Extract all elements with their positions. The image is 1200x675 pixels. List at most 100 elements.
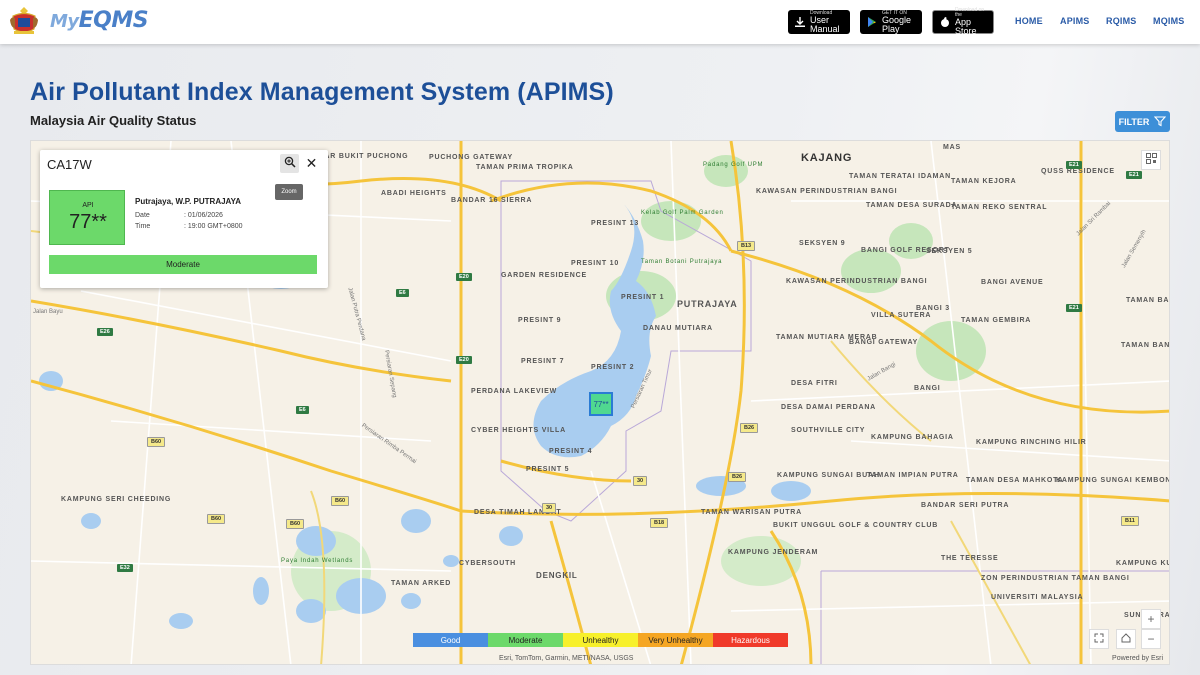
road-shield: B13 [737, 241, 756, 251]
time-value: : 19:00 GMT+0800 [184, 223, 243, 230]
map-label: ZON PERINDUSTRIAN TAMAN BANGI [981, 575, 1130, 582]
map-label: PERDANA LAKEVIEW [471, 388, 558, 395]
road-shield: B26 [728, 472, 747, 482]
road-shield: B18 [650, 518, 669, 528]
app-store-button[interactable]: Download on the App Store [932, 8, 994, 36]
map-label: SEKSYEN 5 [926, 248, 973, 255]
map-label: TAMAN BANGI PERDANA [1126, 297, 1170, 304]
map-label: KAMPUNG SERI CHEEDING [61, 496, 172, 503]
close-button[interactable]: ✕ [302, 154, 321, 173]
date-label: Date [135, 212, 150, 219]
map-label: TAMAN GEMBIRA [961, 317, 1032, 324]
map-label: PRESINT 5 [526, 466, 570, 473]
legend-good: Good [413, 633, 488, 647]
user-manual-label: User Manual [810, 14, 840, 34]
map-label: Paya Indah Wetlands [281, 558, 354, 564]
page-subtitle: Malaysia Air Quality Status [30, 113, 197, 128]
map-label: BANDAR SERI PUTRA [921, 502, 1010, 509]
road-shield: E21 [1066, 161, 1082, 169]
zoom-tooltip: Zoom [275, 184, 303, 200]
road-shield: E21 [1066, 304, 1082, 312]
apple-icon [939, 15, 951, 29]
station-location: Putrajaya, W.P. PUTRAJAYA [135, 197, 241, 206]
map-label: DANAU MUTIARA [643, 325, 713, 332]
map-label: ABADI HEIGHTS [381, 190, 447, 197]
map-label: GARDEN RESIDENCE [501, 272, 587, 279]
road-shield: E32 [117, 564, 133, 572]
google-play-label: Google Play [882, 14, 912, 34]
map-label: BANGI [914, 385, 941, 392]
road-shield: B60 [147, 437, 166, 447]
api-legend: Good Moderate Unhealthy Very Unhealthy H… [413, 633, 788, 647]
station-marker[interactable]: 77** [589, 392, 613, 416]
map-label: VILLA SUTERA [871, 312, 932, 319]
map-label: TAMAN WARISAN PUTRA [701, 509, 803, 516]
map-label: PRESINT 1 [621, 294, 665, 301]
map-label: TAMAN KEJORA [951, 178, 1017, 185]
fullscreen-button[interactable] [1089, 629, 1109, 649]
nav-home[interactable]: HOME [1015, 16, 1043, 26]
home-extent-button[interactable] [1116, 629, 1136, 649]
qr-code-icon [1145, 153, 1157, 167]
fullscreen-icon [1094, 632, 1104, 646]
map-label: PRESINT 10 [571, 260, 620, 267]
road-shield: E26 [97, 328, 113, 336]
map-label: TAMAN IMPIAN PUTRA [867, 472, 959, 479]
filter-label: FILTER [1118, 116, 1150, 127]
air-quality-status: Moderate [49, 255, 317, 274]
home-icon [1121, 632, 1131, 646]
map-label: BANDAR 16 SIERRA [451, 197, 533, 204]
map-label: KAWASAN PERINDUSTRIAN BANGI [756, 188, 898, 195]
map-label: KAMPUNG SUNGAI KEMBONG [1056, 477, 1170, 484]
myeqms-logo[interactable]: MyEQMS [50, 6, 149, 36]
road-shield: 30 [633, 476, 648, 486]
user-manual-download-button[interactable]: Download User Manual [788, 10, 850, 34]
map-label: Kelab Golf Palm Garden [641, 210, 724, 216]
qr-code-button[interactable] [1141, 150, 1161, 170]
nav-rqims[interactable]: RQIMS [1106, 16, 1137, 26]
logo-prefix: My [50, 11, 79, 32]
map-label: KAJANG [801, 152, 853, 164]
map-label: TAMAN TERATAI IDAMAN [849, 173, 951, 180]
map-label: PUTRAJAYA [677, 299, 738, 309]
zoom-in-magnifier-icon [284, 155, 296, 173]
map-label: SOUTHVILLE CITY [791, 427, 866, 434]
road-shield: B26 [740, 423, 759, 433]
map-label: Taman Botani Putrajaya [641, 259, 723, 265]
legend-very-unhealthy: Very Unhealthy [638, 633, 713, 647]
road-shield: E6 [296, 406, 309, 414]
zoom-in-button[interactable]: + [1141, 609, 1161, 629]
filter-button[interactable]: FILTER [1115, 111, 1170, 132]
google-play-icon [866, 15, 878, 29]
road-shield: E20 [456, 273, 472, 281]
map-label: KAMPUNG BAHAGIA [871, 434, 954, 441]
logo-text: EQMS [78, 8, 149, 33]
map-label: PRESINT 2 [591, 364, 635, 371]
map-label: BANGI GATEWAY [849, 339, 919, 346]
api-label: API [82, 202, 94, 209]
map-label: Padang Golf UPM [703, 162, 764, 168]
legend-unhealthy: Unhealthy [563, 633, 638, 647]
page-title: Air Pollutant Index Management System (A… [30, 78, 614, 106]
map-label: KAMPUNG SUNGAI BUAH [777, 472, 880, 479]
nav-mqims[interactable]: MQIMS [1153, 16, 1185, 26]
map-label: TAMAN DESA MAHKOTA [966, 477, 1064, 484]
map-label: BUKIT UNGGUL GOLF & COUNTRY CLUB [773, 522, 939, 529]
map-label: DESA FITRI [791, 380, 838, 387]
map-label: BANGI AVENUE [981, 279, 1044, 286]
map-label: PUCHONG GATEWAY [429, 154, 513, 161]
powered-by-esri[interactable]: Powered by Esri [1112, 655, 1163, 662]
map-label: DENGKIL [536, 571, 578, 580]
zoom-out-button[interactable]: − [1141, 629, 1161, 649]
download-icon [794, 15, 806, 29]
legend-moderate: Moderate [488, 633, 563, 647]
google-play-button[interactable]: GET IT ON Google Play [860, 10, 922, 34]
nav-apims[interactable]: APIMS [1060, 16, 1090, 26]
date-value: : 01/06/2026 [184, 212, 223, 219]
zoom-button[interactable] [280, 154, 299, 173]
road-shield: B60 [286, 519, 305, 529]
plus-icon: + [1147, 612, 1155, 626]
station-popup: CA17W ✕ Zoom API 77** Putrajaya, W.P. PU… [40, 150, 328, 288]
road-shield: E20 [456, 356, 472, 364]
map-label: KAMPUNG JENDERAM [728, 549, 819, 556]
